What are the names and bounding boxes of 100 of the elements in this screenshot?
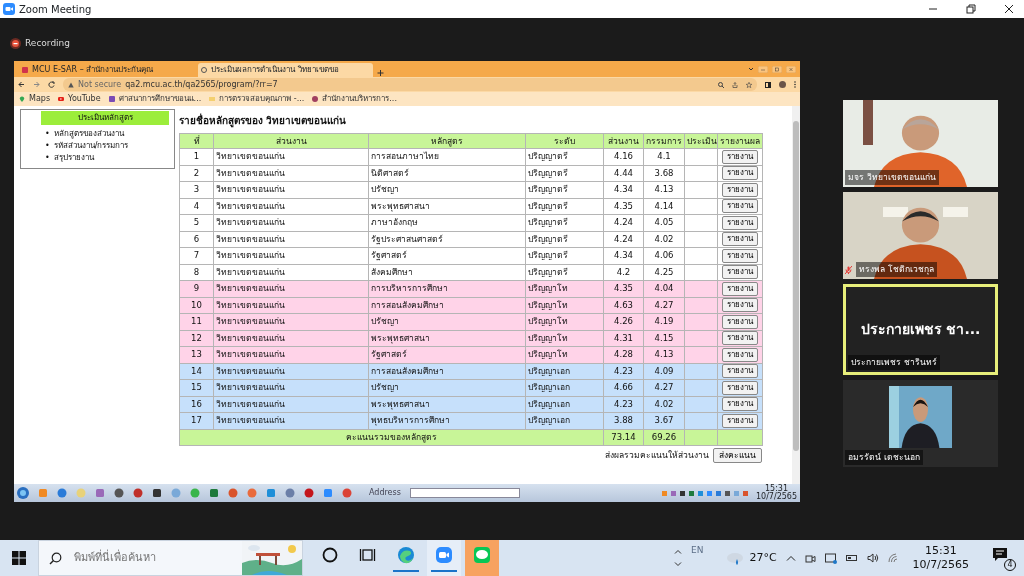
table-cell: 10 <box>179 297 214 314</box>
video-icon[interactable] <box>804 552 816 564</box>
clock-time[interactable]: 15:31 <box>924 544 957 558</box>
back-icon[interactable] <box>18 81 25 88</box>
table-cell: สังคมศึกษา <box>368 264 526 281</box>
menu-link[interactable]: หลักสูตรของส่วนงาน <box>53 128 124 140</box>
bookmark-link[interactable]: YouTube <box>58 93 101 105</box>
report-button[interactable]: รายงาน <box>722 347 758 362</box>
chevron-up-icon[interactable] <box>785 555 796 561</box>
browser-tab[interactable]: MCU E-SAR – สำนักงานประกันคุณ <box>19 63 194 77</box>
warning-icon <box>68 81 74 88</box>
address-label: Address <box>369 487 401 499</box>
battery-icon[interactable] <box>845 554 858 562</box>
table-cell: 4.1 <box>643 148 685 165</box>
bookmark-link[interactable]: Maps <box>19 93 51 105</box>
temperature-label[interactable]: 27°C <box>749 549 777 567</box>
bookmark-link[interactable]: ศาสนาการศึกษาขอนแ... <box>108 93 202 105</box>
chevron-up-icon[interactable] <box>674 549 682 554</box>
star-icon[interactable] <box>746 81 752 88</box>
table-cell: 4.06 <box>643 247 685 264</box>
table-cell: 16 <box>179 396 214 413</box>
table-cell: พระพุทธศาสนา <box>368 330 526 347</box>
search-box[interactable]: พิมพ์ที่นี่เพื่อค้นหา <box>38 540 303 576</box>
page-icon <box>108 96 115 102</box>
report-button[interactable]: รายงาน <box>722 232 758 247</box>
forward-icon[interactable] <box>33 81 40 88</box>
table-cell: 4.16 <box>603 148 644 165</box>
report-button[interactable]: รายงาน <box>722 199 758 214</box>
menu-link[interactable]: รหัสส่วนงาน/กรรมการ <box>53 140 129 152</box>
table-cell: 7 <box>179 247 214 264</box>
bookmark-link[interactable]: สำนักงานบริหารการ... <box>312 93 397 105</box>
notification-button[interactable]: 4 <box>992 547 1014 569</box>
menu-link[interactable]: สรุปรายงาน <box>53 152 94 164</box>
table-cell: 1 <box>179 148 214 165</box>
browser-tab[interactable]: ประเมินผลการดำเนินงาน วิทยาเขตขอ <box>198 63 373 77</box>
report-button[interactable]: รายงาน <box>722 364 758 379</box>
new-tab-icon[interactable] <box>377 69 384 77</box>
scrollbar[interactable] <box>792 106 800 484</box>
report-button[interactable]: รายงาน <box>722 331 758 346</box>
start-orb-icon[interactable] <box>17 487 29 499</box>
table-cell: ปริญญาเอก <box>525 412 604 429</box>
table-cell: 4.63 <box>603 297 644 314</box>
report-button[interactable]: รายงาน <box>722 265 758 280</box>
table-cell: 4.14 <box>643 198 685 215</box>
round-icon[interactable] <box>342 488 352 498</box>
table-cell: รัฐศาสตร์ <box>368 346 526 363</box>
share-icon[interactable] <box>732 81 738 88</box>
report-button[interactable]: รายงาน <box>722 314 758 329</box>
windows-icon[interactable] <box>12 551 26 565</box>
table-cell: นิติศาสตร์ <box>368 165 526 182</box>
column-header: หลักสูตร <box>368 133 526 149</box>
table-cell: วิทยาเขตขอนแก่น <box>213 379 369 396</box>
avatar-icon[interactable] <box>779 81 786 88</box>
table-cell: พระพุทธศาสนา <box>368 198 526 215</box>
table-cell: การบริหารการศึกษา <box>368 280 526 297</box>
report-button[interactable]: รายงาน <box>722 149 758 164</box>
report-button[interactable]: รายงาน <box>722 413 758 428</box>
screen-icon[interactable] <box>824 552 837 564</box>
table-cell: ปริญญาตรี <box>525 231 604 248</box>
close-icon[interactable] <box>1004 4 1014 14</box>
report-button[interactable]: รายงาน <box>722 281 758 296</box>
table-cell: 15 <box>179 379 214 396</box>
report-button[interactable]: รายงาน <box>722 397 758 412</box>
participant-name: มจร วิทยาเขตขอนแก่น <box>845 170 939 185</box>
zoom-in-icon[interactable] <box>718 81 724 88</box>
report-button[interactable]: รายงาน <box>722 380 758 395</box>
report-button[interactable]: รายงาน <box>722 215 758 230</box>
restore-icon[interactable] <box>966 4 976 14</box>
table-cell: ปริญญาเอก <box>525 396 604 413</box>
square-icon[interactable] <box>152 488 162 498</box>
address-field[interactable] <box>409 488 520 498</box>
send-button[interactable]: ส่งคะแนน <box>713 448 762 463</box>
sidebar-icon[interactable] <box>765 81 771 88</box>
language-label[interactable]: EN <box>691 544 704 558</box>
search-input[interactable]: พิมพ์ที่นี่เพื่อค้นหา <box>72 548 222 568</box>
table-cell: 4.13 <box>643 346 685 363</box>
report-button[interactable]: รายงาน <box>722 298 758 313</box>
table-cell: 4.24 <box>603 214 644 231</box>
table-cell: 17 <box>179 412 214 429</box>
table-cell: 12 <box>179 330 214 347</box>
speaker-icon[interactable] <box>866 553 879 563</box>
reload-icon[interactable] <box>48 81 55 88</box>
clock-date[interactable]: 10/7/2565 <box>912 558 969 572</box>
table-cell: 5 <box>179 214 214 231</box>
table-cell: ปริญญาโท <box>525 280 604 297</box>
table-cell: ปริญญาโท <box>525 313 604 330</box>
wifi-icon[interactable] <box>887 553 900 563</box>
chevron-down-icon[interactable] <box>748 66 754 72</box>
report-button[interactable]: รายงาน <box>722 248 758 263</box>
square-icon[interactable] <box>209 488 219 498</box>
report-button[interactable]: รายงาน <box>722 166 758 181</box>
table-cell: 4.09 <box>643 363 685 380</box>
table-cell: ปริญญาโท <box>525 330 604 347</box>
cloud-rain-icon[interactable] <box>726 550 745 566</box>
table-cell: การสอนภาษาไทย <box>368 148 526 165</box>
bookmark-link[interactable]: การตรวจสอบคุณภาพ -... <box>209 93 305 105</box>
table-cell: ปริญญาตรี <box>525 214 604 231</box>
report-button[interactable]: รายงาน <box>722 182 758 197</box>
url-text: qa2.mcu.ac.th/qa2565/program/?rr=7 <box>125 78 278 91</box>
address-field[interactable]: Not secure qa2.mcu.ac.th/qa2565/program/?rr=7 <box>63 78 757 91</box>
